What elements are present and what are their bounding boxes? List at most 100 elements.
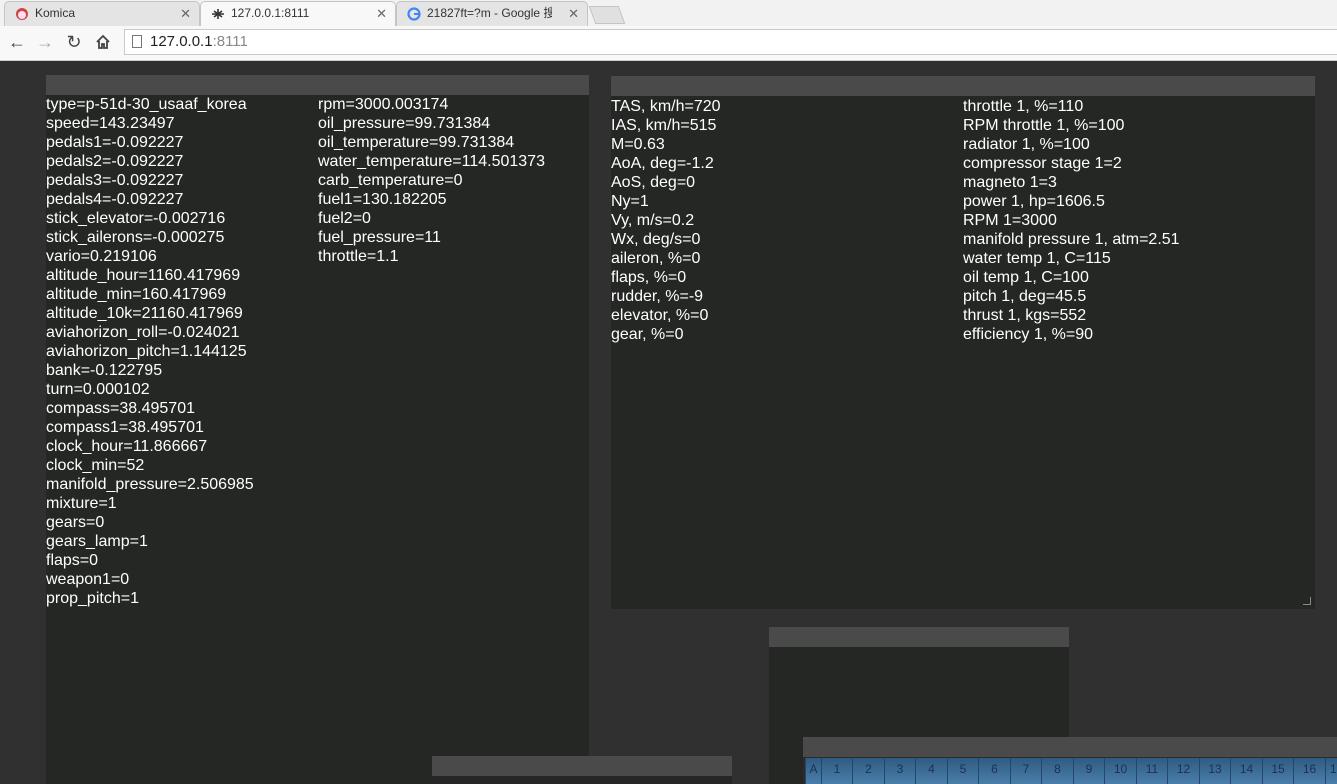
state-line: elevator, %=0: [611, 307, 709, 324]
map-grid-label: 3: [884, 758, 915, 784]
indicator-line: bank=-0.122795: [46, 362, 163, 379]
state-line: radiator 1, %=100: [963, 136, 1090, 153]
indicator-line: stick_elevator=-0.002716: [46, 210, 226, 227]
map-grid-label: 17: [1325, 758, 1337, 784]
new-tab-button[interactable]: [588, 6, 626, 24]
tab-title: 127.0.0.1:8111: [231, 6, 310, 20]
indicator-line: prop_pitch=1: [46, 590, 139, 607]
map-grid-ruler: A1234567891011121314151617: [805, 758, 1337, 784]
indicators-left-column: type=p-51d-30_usaaf_korea speed=143.2349…: [46, 95, 254, 608]
indicator-line: pedals3=-0.092227: [46, 172, 184, 189]
state-line: AoA, deg=-1.2: [611, 155, 714, 172]
close-tab-icon[interactable]: ✕: [180, 2, 191, 25]
state-line: water temp 1, C=115: [963, 250, 1111, 267]
state-line: AoS, deg=0: [611, 174, 696, 191]
indicators-panel: type=p-51d-30_usaaf_korea speed=143.2349…: [46, 75, 589, 784]
url-text: 127.0.0.1:8111: [150, 33, 248, 50]
indicator-line: aviahorizon_roll=-0.024021: [46, 324, 240, 341]
state-line: TAS, km/h=720: [611, 98, 721, 115]
indicator-line: compass=38.495701: [46, 400, 195, 417]
indicator-line: altitude_hour=1160.417969: [46, 267, 241, 284]
map-grid-label: 11: [1136, 758, 1167, 784]
map-grid-label: 16: [1293, 758, 1325, 784]
indicator-line: fuel1=130.182205: [318, 191, 447, 208]
close-tab-icon[interactable]: ✕: [568, 2, 579, 25]
map-grid-label: 6: [978, 758, 1010, 784]
state-line: rudder, %=-9: [611, 288, 704, 305]
map-grid-label: 2: [852, 758, 884, 784]
map-grid-label: A: [805, 758, 821, 784]
map-grid-label: 1: [821, 758, 852, 784]
indicator-line: flaps=0: [46, 552, 99, 569]
state-line: flaps, %=0: [611, 269, 687, 286]
state-line: RPM 1=3000: [963, 212, 1057, 229]
tab-google[interactable]: 21827ft=?m - Google 搜尋 ✕: [396, 1, 588, 26]
map-panel-header[interactable]: [803, 737, 1337, 757]
indicator-line: fuel2=0: [318, 210, 371, 227]
indicator-line: carb_temperature=0: [318, 172, 463, 189]
indicator-line: mixture=1: [46, 495, 117, 512]
state-panel: TAS, km/h=720 IAS, km/h=515 M=0.63 AoA, …: [611, 76, 1315, 609]
indicator-line: altitude_10k=21160.417969: [46, 305, 243, 322]
indicator-line: fuel_pressure=11: [318, 229, 441, 246]
state-line: magneto 1=3: [963, 174, 1057, 191]
tab-localhost[interactable]: 127.0.0.1:8111 ✕: [200, 1, 396, 26]
tab-komica[interactable]: Komica ✕: [4, 1, 200, 26]
indicator-line: aviahorizon_pitch=1.144125: [46, 343, 247, 360]
indicator-line: pedals4=-0.092227: [46, 191, 184, 208]
map-grid-label: 9: [1073, 758, 1104, 784]
indicators-panel-header[interactable]: [46, 75, 589, 95]
state-line: efficiency 1, %=90: [963, 326, 1094, 343]
map-grid-label: 4: [915, 758, 947, 784]
tab-title: 21827ft=?m - Google 搜尋: [427, 6, 552, 20]
indicator-line: manifold_pressure=2.506985: [46, 476, 254, 493]
indicator-line: type=p-51d-30_usaaf_korea: [46, 96, 247, 113]
home-icon[interactable]: [91, 30, 115, 54]
state-line: manifold pressure 1, atm=2.51: [963, 231, 1180, 248]
state-line: thrust 1, kgs=552: [963, 307, 1087, 324]
indicator-line: oil_temperature=99.731384: [318, 134, 515, 151]
state-line: gear, %=0: [611, 326, 684, 343]
state-line: M=0.63: [611, 136, 665, 153]
indicator-line: water_temperature=114.501373: [318, 153, 545, 170]
hud-panel-header[interactable]: [769, 627, 1069, 647]
reload-icon[interactable]: ↻: [62, 30, 86, 54]
indicator-line: gears=0: [46, 514, 105, 531]
back-arrow-icon[interactable]: ←: [5, 30, 29, 54]
indicator-line: rpm=3000.003174: [318, 96, 449, 113]
indicator-line: altitude_min=160.417969: [46, 286, 227, 303]
state-panel-header[interactable]: [611, 76, 1315, 96]
map-grid-label: 7: [1010, 758, 1041, 784]
state-line: Wx, deg/s=0: [611, 231, 701, 248]
indicator-line: clock_min=52: [46, 457, 145, 474]
state-line: IAS, km/h=515: [611, 117, 717, 134]
indicator-line: gears_lamp=1: [46, 533, 148, 550]
state-right-column: throttle 1, %=110 RPM throttle 1, %=100 …: [963, 97, 1180, 344]
gauges-panel: [432, 756, 732, 784]
state-line: RPM throttle 1, %=100: [963, 117, 1125, 134]
close-tab-icon[interactable]: ✕: [376, 2, 387, 25]
state-line: throttle 1, %=110: [963, 98, 1084, 115]
indicator-line: turn=0.000102: [46, 381, 150, 398]
resize-handle-icon[interactable]: [1303, 597, 1311, 605]
map-grid-label: 13: [1199, 758, 1230, 784]
state-line: oil temp 1, C=100: [963, 269, 1089, 286]
map-grid-label: 8: [1041, 758, 1073, 784]
indicator-line: stick_ailerons=-0.000275: [46, 229, 225, 246]
komica-favicon-icon: [16, 8, 28, 20]
indicator-line: oil_pressure=99.731384: [318, 115, 491, 132]
indicator-line: speed=143.23497: [46, 115, 175, 132]
state-left-column: TAS, km/h=720 IAS, km/h=515 M=0.63 AoA, …: [611, 97, 721, 344]
state-line: compressor stage 1=2: [963, 155, 1122, 172]
map-grid-label: 12: [1167, 758, 1199, 784]
page-icon: [132, 35, 142, 48]
state-line: aileron, %=0: [611, 250, 701, 267]
address-bar[interactable]: 127.0.0.1:8111: [124, 29, 1337, 55]
forward-arrow-icon[interactable]: →: [33, 30, 57, 54]
gauges-panel-header[interactable]: [432, 756, 732, 776]
tab-title: Komica: [35, 6, 76, 20]
tab-strip: Komica ✕ 127.0.0.1:8111 ✕ 21827ft=?m - G…: [0, 0, 1337, 26]
map-grid-label: 15: [1262, 758, 1293, 784]
indicator-line: pedals2=-0.092227: [46, 153, 184, 170]
map-grid-label: 5: [947, 758, 978, 784]
